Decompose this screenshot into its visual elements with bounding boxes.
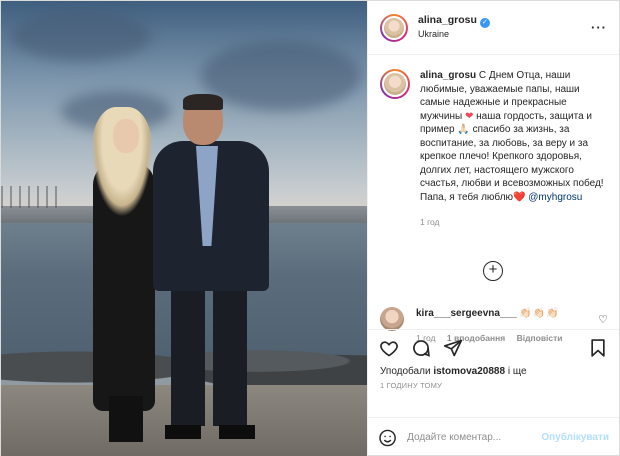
caption-username[interactable]: alina_grosu (420, 70, 476, 81)
photo-man-hair (183, 94, 223, 110)
comments-area: alina_grosu С Днем Отца, наши любимые, у… (368, 55, 619, 343)
caption-timestamp[interactable]: 1 год (420, 216, 606, 230)
photo-cloud (201, 41, 361, 111)
photo-cloud (11, 11, 151, 61)
comment-text: 👏🏻👏🏻👏🏻 (519, 308, 560, 319)
verified-badge-icon: ✓ (479, 18, 490, 28)
caption-text-part4: Папа, я тебя люблю (420, 191, 514, 203)
post-timestamp[interactable]: 1 годину тому (368, 379, 619, 390)
paper-plane-icon[interactable] (442, 337, 464, 359)
commenter-avatar[interactable] (380, 307, 404, 331)
post-location[interactable]: Ukraine (418, 28, 490, 41)
caption-heart-emoji: ❤ (464, 110, 474, 122)
instagram-post: alina_grosu ✓ Ukraine ··· alina_grosu С Д… (0, 0, 620, 456)
post-caption: alina_grosu С Днем Отца, наши любимые, у… (380, 69, 607, 230)
action-bar (368, 329, 619, 365)
likes-suffix[interactable]: і ще (505, 366, 527, 377)
commenter-username[interactable]: kira___sergeevna___ (416, 308, 517, 319)
photo-man-shoes (165, 425, 255, 439)
post-photo[interactable] (1, 1, 367, 456)
publish-button[interactable]: Опублікувати (541, 432, 609, 443)
bookmark-icon[interactable] (587, 337, 609, 359)
likes-user-link[interactable]: istomova20888 (433, 366, 505, 377)
post-header: alina_grosu ✓ Ukraine ··· (368, 1, 619, 55)
author-username[interactable]: alina_grosu (418, 14, 477, 26)
photo-woman-legs (109, 396, 143, 442)
photo-man-legs (171, 286, 247, 426)
caption-mention-link[interactable]: @myhgrosu (528, 192, 582, 203)
post-side-panel: alina_grosu ✓ Ukraine ··· alina_grosu С Д… (367, 1, 619, 456)
caption-author-avatar[interactable] (380, 69, 410, 99)
likes-prefix: Уподобали (380, 366, 434, 377)
likes-summary: Уподобали istomova20888 і ще (368, 365, 619, 379)
author-avatar[interactable] (380, 13, 408, 42)
caption-text: alina_grosu С Днем Отца, наши любимые, у… (420, 69, 606, 230)
ellipsis-icon[interactable]: ··· (591, 20, 607, 35)
heart-icon[interactable] (378, 337, 400, 359)
comment-input[interactable] (407, 432, 542, 443)
emoji-smiley-icon[interactable] (378, 428, 397, 448)
photo-woman-face (113, 119, 139, 153)
comment-icon[interactable] (410, 337, 432, 359)
caption-emoji-b: ❤️ (513, 191, 526, 203)
comment-like-heart-icon[interactable]: ♡ (598, 313, 608, 326)
plus-circle-icon[interactable]: + (483, 261, 503, 281)
caption-emoji-a: 🙏🏻 (457, 124, 470, 135)
post-footer: Уподобали istomova20888 і ще 1 годину то… (368, 329, 619, 456)
add-comment-bar: Опублікувати (368, 417, 619, 456)
